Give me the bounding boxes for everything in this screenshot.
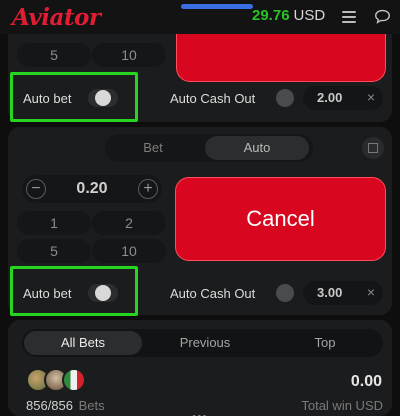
player-avatars bbox=[26, 368, 88, 394]
tab-top[interactable]: Top bbox=[268, 329, 382, 357]
auto-bet-toggle[interactable] bbox=[88, 89, 118, 107]
balance-amount: 29.76 bbox=[252, 7, 290, 24]
cashout-multiplier-input[interactable]: 2.00 × bbox=[303, 86, 383, 110]
auto-bet-toggle[interactable] bbox=[88, 284, 118, 302]
minus-icon[interactable]: − bbox=[26, 179, 46, 199]
toggle-knob bbox=[95, 90, 111, 106]
bet-amount-value[interactable]: 0.20 bbox=[52, 180, 132, 198]
quick-amount-2[interactable]: 2 bbox=[92, 211, 166, 235]
clear-icon[interactable]: × bbox=[367, 89, 375, 105]
auto-cashout-label: Auto Cash Out bbox=[170, 286, 256, 301]
cancel-button[interactable]: Cancel bbox=[175, 177, 386, 261]
tab-auto[interactable]: Auto bbox=[205, 136, 309, 160]
cashout-value: 3.00 bbox=[317, 285, 343, 300]
plus-icon[interactable]: + bbox=[138, 179, 158, 199]
quick-amount-5[interactable]: 5 bbox=[17, 239, 91, 263]
top-bar: Aviator 29.76 USD bbox=[0, 0, 400, 34]
cashout-multiplier-input[interactable]: 3.00 × bbox=[303, 281, 383, 305]
bet-button[interactable] bbox=[176, 34, 386, 82]
auto-bet-label: Auto bet bbox=[23, 91, 72, 106]
tab-previous[interactable]: Previous bbox=[146, 329, 264, 357]
clear-icon[interactable]: × bbox=[367, 284, 375, 300]
total-win-amount: 0.00 bbox=[350, 373, 382, 390]
quick-amount-5[interactable]: 5 bbox=[17, 43, 91, 67]
bets-tabs: All Bets Previous Top bbox=[22, 329, 383, 357]
auto-cashout-toggle[interactable] bbox=[276, 284, 294, 302]
hamburger-icon[interactable] bbox=[340, 9, 358, 25]
more-dots-icon[interactable]: ••• bbox=[192, 410, 208, 416]
bets-count-label: Bets bbox=[78, 398, 105, 413]
chat-icon[interactable] bbox=[374, 8, 391, 25]
cashout-value: 2.00 bbox=[317, 90, 343, 105]
tab-bet[interactable]: Bet bbox=[105, 134, 201, 162]
drag-handle[interactable] bbox=[181, 4, 253, 9]
bet-amount-stepper: − 0.20 + bbox=[22, 175, 162, 203]
total-win-label: Total win USD bbox=[301, 398, 383, 413]
minimize-panel-icon[interactable] bbox=[362, 137, 384, 159]
quick-amount-1[interactable]: 1 bbox=[17, 211, 91, 235]
auto-cashout-toggle[interactable] bbox=[276, 89, 294, 107]
bet-mode-tabs: Bet Auto bbox=[105, 134, 313, 162]
bets-count: 856/856 bbox=[26, 398, 73, 413]
bets-counter: 856/856 Bets bbox=[26, 398, 105, 413]
quick-amount-10[interactable]: 10 bbox=[92, 239, 166, 263]
toggle-knob bbox=[95, 285, 111, 301]
tab-all-bets[interactable]: All Bets bbox=[24, 331, 142, 355]
avatar bbox=[62, 368, 86, 392]
balance-display: 29.76 USD bbox=[252, 7, 325, 24]
quick-amount-10[interactable]: 10 bbox=[92, 43, 166, 67]
auto-cashout-label: Auto Cash Out bbox=[170, 91, 256, 106]
auto-bet-label: Auto bet bbox=[23, 286, 72, 301]
aviator-logo: Aviator bbox=[12, 4, 101, 31]
balance-currency: USD bbox=[293, 7, 326, 24]
